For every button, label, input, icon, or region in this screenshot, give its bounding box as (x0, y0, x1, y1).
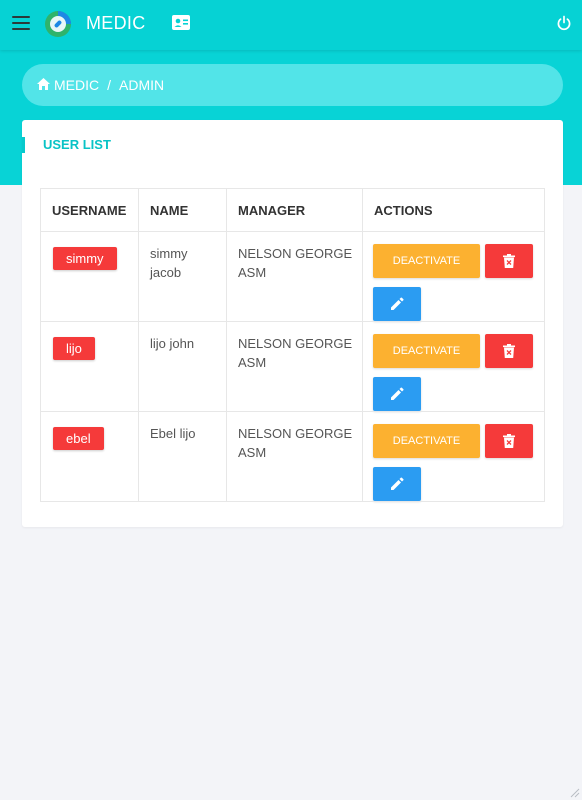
table-row: simmy simmy jacob NELSON GEORGE ASM DEAC… (40, 231, 545, 322)
user-table: USERNAME NAME MANAGER ACTIONS simmy simm… (40, 188, 545, 502)
trash-icon (503, 344, 515, 358)
actions-cell: DEACTIVATE (362, 231, 545, 322)
card-title: USER LIST (22, 137, 111, 153)
delete-button[interactable] (485, 244, 533, 278)
pencil-icon (391, 297, 404, 310)
username-cell: lijo (40, 321, 139, 412)
actions-cell: DEACTIVATE (362, 321, 545, 412)
menu-icon[interactable] (12, 16, 30, 30)
delete-button[interactable] (485, 424, 533, 458)
contact-card-icon[interactable] (172, 15, 190, 30)
app-brand[interactable]: MEDIC (86, 13, 146, 34)
manager-cell: NELSON GEORGE ASM (226, 321, 363, 412)
breadcrumb-home[interactable]: MEDIC (54, 77, 99, 93)
resize-grip-icon[interactable] (570, 788, 580, 798)
username-badge[interactable]: lijo (53, 337, 95, 360)
trash-icon (503, 434, 515, 448)
pencil-icon (391, 477, 404, 490)
app-logo-icon[interactable] (44, 10, 72, 38)
name-cell: simmy jacob (138, 231, 227, 322)
name-cell: Ebel lijo (138, 411, 227, 502)
column-header-manager: MANAGER (226, 188, 363, 232)
column-header-username: USERNAME (40, 188, 139, 232)
table-row: ebel Ebel lijo NELSON GEORGE ASM DEACTIV… (40, 411, 545, 502)
home-icon[interactable] (37, 78, 50, 90)
breadcrumb-separator: / (107, 77, 112, 93)
edit-button[interactable] (373, 287, 421, 321)
manager-cell: NELSON GEORGE ASM (226, 411, 363, 502)
pencil-icon (391, 387, 404, 400)
user-list-card: USER LIST USERNAME NAME MANAGER ACTIONS … (22, 120, 563, 527)
manager-cell: NELSON GEORGE ASM (226, 231, 363, 322)
column-header-name: NAME (138, 188, 227, 232)
trash-icon (503, 254, 515, 268)
breadcrumb-current: ADMIN (119, 77, 165, 93)
username-cell: ebel (40, 411, 139, 502)
top-navbar: MEDIC (0, 0, 582, 50)
username-badge[interactable]: ebel (53, 427, 104, 450)
breadcrumb: MEDIC / ADMIN (22, 64, 563, 106)
deactivate-button[interactable]: DEACTIVATE (373, 334, 480, 368)
power-icon[interactable] (556, 15, 572, 31)
deactivate-button[interactable]: DEACTIVATE (373, 424, 480, 458)
username-badge[interactable]: simmy (53, 247, 117, 270)
username-cell: simmy (40, 231, 139, 322)
table-row: lijo lijo john NELSON GEORGE ASM DEACTIV… (40, 321, 545, 412)
table-header-row: USERNAME NAME MANAGER ACTIONS (40, 188, 545, 232)
column-header-actions: ACTIONS (362, 188, 545, 232)
deactivate-button[interactable]: DEACTIVATE (373, 244, 480, 278)
actions-cell: DEACTIVATE (362, 411, 545, 502)
edit-button[interactable] (373, 467, 421, 501)
delete-button[interactable] (485, 334, 533, 368)
name-cell: lijo john (138, 321, 227, 412)
edit-button[interactable] (373, 377, 421, 411)
